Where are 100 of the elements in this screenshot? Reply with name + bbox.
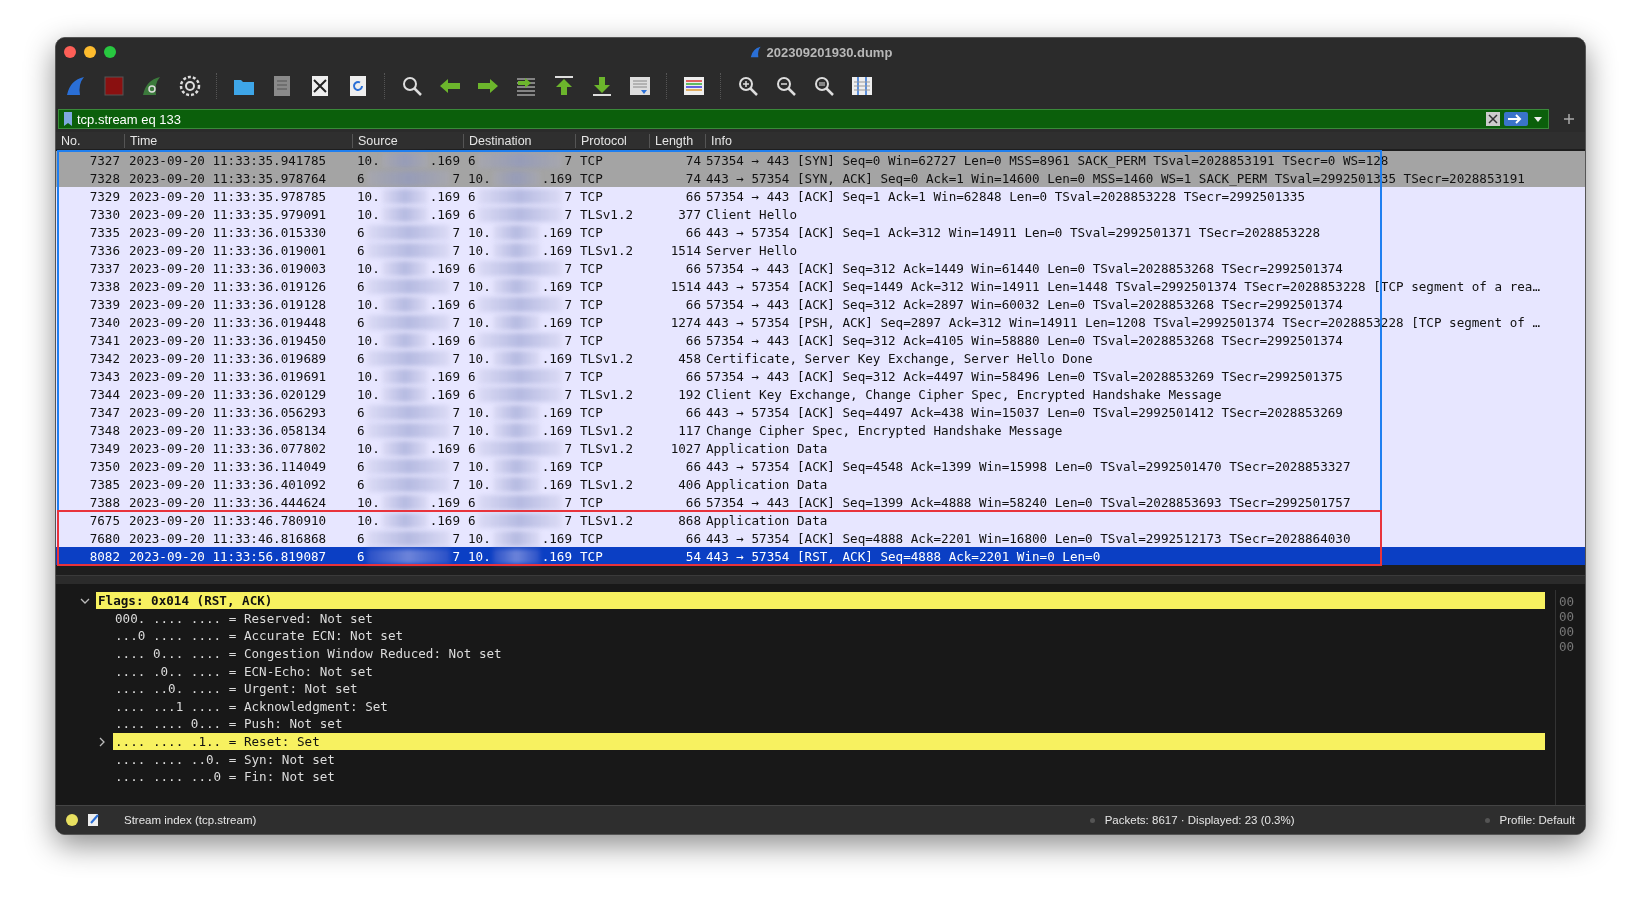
table-cell: 6 [468,152,476,168]
packet-row[interactable]: 7350 2023-09-20 11:33:36.114049 6 7 10. .169 TCP 66 443 → 57354 [ACK] Seq=4548 Ack=1399 Win=15998 Len=0 TSval=2992501470 TSecr=2028853327 [56,457,1585,475]
detail-line[interactable]: .... .... 0... = Push: Not set [113,715,1545,733]
edit-icon[interactable] [88,813,100,827]
zoom-out-icon[interactable] [774,74,798,98]
column-header[interactable]: Info [706,133,1585,148]
redaction [492,548,540,564]
table-cell: .169 [429,332,460,348]
redaction [492,242,540,258]
table-cell-text: 66 [684,368,702,384]
table-cell: 7 [452,170,460,186]
table-cell-text: TCP [579,260,604,276]
table-cell: 10. [357,296,380,312]
packet-row[interactable]: 7348 2023-09-20 11:33:36.058134 6 7 10. .169 TLSv1.2 117 Change Cipher Spec, Encrypted Handshake Message [56,421,1585,439]
packet-row[interactable]: 7349 2023-09-20 11:33:36.077802 10. .169 6 7 TLSv1.2 1027 Application Data [56,439,1585,457]
table-cell: 6 [357,458,365,474]
table-cell: .169 [429,188,460,204]
detail-line[interactable]: .... .0.. .... = ECN-Echo: Not set [113,662,1545,680]
table-cell: 6 [468,512,476,528]
table-cell: .169 [541,422,572,438]
detail-line[interactable]: .... ..0. .... = Urgent: Not set [113,680,1545,698]
arrow-up-icon[interactable] [552,74,576,98]
table-cell-text: 66 [684,332,702,348]
profile-label[interactable]: Profile: Default [1499,814,1575,826]
column-header[interactable]: Time [125,133,353,148]
detail-line[interactable]: .... .... ..0. = Syn: Not set [113,750,1545,768]
table-cell-text: TLSv1.2 [579,512,635,528]
table-cell: 10. [357,368,380,384]
close-window-button[interactable] [64,46,76,58]
packet-row[interactable]: 7344 2023-09-20 11:33:36.020129 10. .169 6 7 TLSv1.2 192 Client Key Exchange, Change Cipher Spec, Encrypted Handshake Message [56,385,1585,403]
table-cell: 6 [357,476,365,492]
detail-line[interactable]: .... ...1 .... = Acknowledgment: Set [113,697,1545,715]
status-indicator-icon[interactable] [66,814,78,826]
display-filter-bar[interactable]: tcp.stream eq 133 [58,109,1549,129]
redaction [492,476,540,492]
packet-row[interactable]: 7330 2023-09-20 11:33:35.979091 10. .169 6 7 TLSv1.2 377 Client Hello [56,205,1585,223]
column-header[interactable]: Source [353,133,464,148]
table-cell-text: TLSv1.2 [579,242,635,258]
packet-row[interactable]: 7339 2023-09-20 11:33:36.019128 10. .169 6 7 TCP 66 57354 → 443 [ACK] Seq=312 Ack=2897 Win=60032 Len=0 TSval=2028853268 TSecr=2992501374 [56,295,1585,313]
add-icon[interactable] [1563,113,1575,125]
column-header[interactable]: Length [650,133,706,148]
table-cell: 10. [357,440,380,456]
zoom-in-icon[interactable] [736,74,760,98]
detail-line[interactable]: 000. .... .... = Reserved: Not set [113,609,1545,627]
table-cell-text: 7328 [88,170,121,186]
hex-offset: 00 [1559,594,1575,609]
packet-row[interactable]: 8082 2023-09-20 11:33:56.819087 6 7 10. .169 TCP 54 443 → 57354 [RST, ACK] Seq=4888 Ack=2201 Win=0 Len=0 [56,547,1585,565]
table-cell: .169 [541,314,572,330]
column-header[interactable]: Protocol [576,133,650,148]
packet-row[interactable]: 7343 2023-09-20 11:33:36.019691 10. .169 6 7 TCP 66 57354 → 443 [ACK] Seq=312 Ack=4497 Win=58496 Len=0 TSval=2028853269 TSecr=2992501375 [56,367,1585,385]
resize-columns-icon[interactable] [850,74,874,98]
table-cell: 10. [357,206,380,222]
table-cell-text: 57354 → 443 [ACK] Seq=312 Ack=4105 Win=58880 Len=0 TSval=2028853268 TSecr=2992501374 [706,332,1344,348]
table-cell: 7 [452,476,460,492]
table-cell-text: 2023-09-20 11:33:56.819087 [128,548,328,564]
detail-line[interactable]: ...0 .... .... = Accurate ECN: Not set [113,627,1545,645]
arrow-down-icon[interactable] [590,74,614,98]
packet-row[interactable]: 7385 2023-09-20 11:33:36.401092 6 7 10. .169 TLSv1.2 406 Application Data [56,475,1585,493]
table-cell-text: TLSv1.2 [579,440,635,456]
column-header[interactable]: No. [56,133,125,148]
table-cell: 6 [357,224,365,240]
autoscroll-icon[interactable] [628,74,652,98]
packet-row[interactable]: 7388 2023-09-20 11:33:36.444624 10. .169 6 7 TCP 66 57354 → 443 [ACK] Seq=1399 Ack=4888 Win=58240 Len=0 TSval=2028853693 TSecr=2992501757 [56,493,1585,511]
table-cell-text: 66 [684,404,702,420]
table-cell-text: 7347 [88,404,121,420]
minimize-window-button[interactable] [84,46,96,58]
packet-row[interactable]: 7675 2023-09-20 11:33:46.780910 10. .169 6 7 TLSv1.2 868 Application Data [56,511,1585,529]
redaction [381,494,428,510]
detail-line[interactable]: .... 0... .... = Congestion Window Reduced: Not set [113,645,1545,663]
table-cell-text: 7336 [88,242,121,258]
redaction [492,530,540,546]
packet-row[interactable]: 7336 2023-09-20 11:33:36.019001 6 7 10. .169 TLSv1.2 1514 Server Hello [56,241,1585,259]
table-cell-text: 2023-09-20 11:33:36.114049 [128,458,328,474]
hex-offset: 00 [1559,609,1575,624]
zoom-window-button[interactable] [104,46,116,58]
packet-row[interactable]: 7342 2023-09-20 11:33:36.019689 6 7 10. .169 TLSv1.2 458 Certificate, Server Key Exchange, Server Hello Done [56,349,1585,367]
chevron-right-icon[interactable] [97,736,107,747]
packet-row[interactable]: 7337 2023-09-20 11:33:36.019003 10. .169 6 7 TCP 66 57354 → 443 [ACK] Seq=312 Ack=1449 Win=61440 Len=0 TSval=2028853268 TSecr=2992501374 [56,259,1585,277]
table-cell-text: 57354 → 443 [ACK] Seq=312 Ack=1449 Win=61440 Len=0 TSval=2028853268 TSecr=2992501374 [706,260,1344,276]
table-cell: 10. [357,386,380,402]
search-icon[interactable] [400,74,424,98]
table-cell-text: 8082 [88,548,121,564]
gear-icon[interactable] [178,74,202,98]
detail-line[interactable]: .... .... ...0 = Fin: Not set [113,768,1545,786]
colorize-icon[interactable] [682,74,706,98]
zoom-reset-icon[interactable] [812,74,836,98]
hex-offset: 00 [1559,624,1575,639]
column-header[interactable]: Destination [464,133,576,148]
packet-row[interactable]: 7347 2023-09-20 11:33:36.056293 6 7 10. .169 TCP 66 443 → 57354 [ACK] Seq=4497 Ack=438 Win=15037 Len=0 TSval=2992501412 TSecr=2028853269 [56,403,1585,421]
packet-row[interactable]: 7341 2023-09-20 11:33:36.019450 10. .169 6 7 TCP 66 57354 → 443 [ACK] Seq=312 Ack=4105 Win=58880 Len=0 TSval=2028853268 TSecr=2992501374 [56,331,1585,349]
bookmark-icon[interactable] [63,112,73,126]
table-cell-text: Server Hello [706,242,798,258]
packet-row[interactable]: 7335 2023-09-20 11:33:36.015330 6 7 10. .169 TCP 66 443 → 57354 [ACK] Seq=1 Ack=312 Win=14911 Len=0 TSval=2992501371 TSecr=2028853228 [56,223,1585,241]
packet-row[interactable]: 7680 2023-09-20 11:33:46.816868 6 7 10. .169 TCP 66 443 → 57354 [ACK] Seq=4888 Ack=2201 Win=16800 Len=0 TSval=2992512173 TSecr=2028864030 [56,529,1585,547]
table-cell-text: 66 [684,458,702,474]
redaction [492,170,540,186]
clear-icon[interactable] [1486,112,1500,126]
packet-row[interactable]: 7329 2023-09-20 11:33:35.978785 10. .169 6 7 TCP 66 57354 → 443 [ACK] Seq=1 Ack=1 Win=62848 Len=0 TSval=2028853228 TSecr=2992501335 [56,187,1585,205]
table-cell-text: TCP [579,530,604,546]
table-cell-text: 7348 [88,422,121,438]
